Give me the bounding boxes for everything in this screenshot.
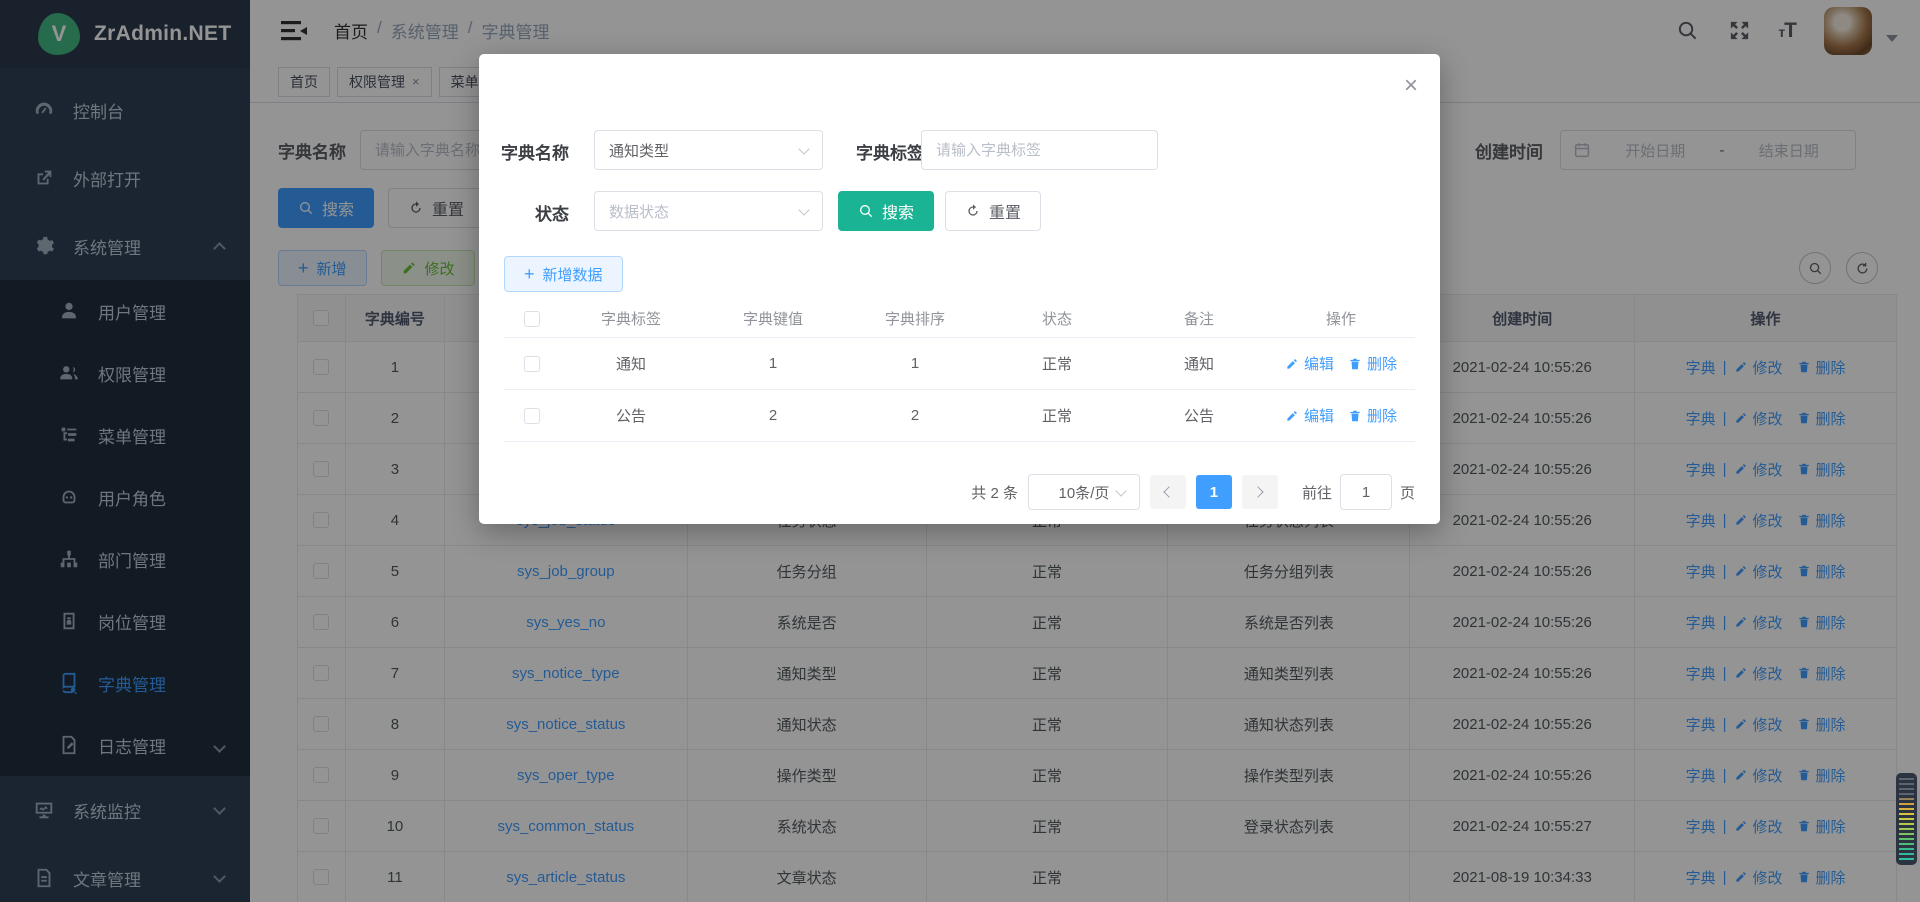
modal-search-button[interactable]: 搜索	[838, 191, 934, 231]
header-remark: 备注	[1128, 308, 1270, 329]
search-icon	[858, 203, 874, 219]
goto-label: 前往	[1302, 482, 1332, 503]
current-page-button[interactable]: 1	[1196, 475, 1232, 509]
header-ops: 操作	[1270, 308, 1412, 329]
minimap-stripes	[1899, 778, 1914, 860]
row-checkbox[interactable]	[524, 356, 540, 372]
cell-dict-value: 2	[702, 407, 844, 424]
pagination-total: 共 2 条	[971, 482, 1018, 503]
cell-ops: 编辑 删除	[1270, 405, 1412, 426]
modal-status-select[interactable]: 数据状态	[594, 191, 823, 231]
cell-dict-sort: 2	[844, 407, 986, 424]
cell-dict-label: 公告	[560, 405, 702, 426]
row-delete-link[interactable]: 删除	[1348, 353, 1397, 374]
next-page-button[interactable]	[1242, 475, 1278, 509]
cell-remark: 通知	[1128, 353, 1270, 374]
row-edit-link[interactable]: 编辑	[1285, 405, 1334, 426]
modal-table-header: 字典标签 字典键值 字典排序 状态 备注 操作	[504, 300, 1415, 338]
header-dict-sort: 字典排序	[844, 308, 986, 329]
pagination: 共 2 条 10条/页 1 前往 页	[971, 474, 1415, 510]
row-checkbox[interactable]	[524, 408, 540, 424]
modal-table-row: 通知 1 1 正常 通知 编辑 删除	[504, 338, 1415, 390]
modal-reset-button[interactable]: 重置	[945, 191, 1041, 231]
dict-data-table: 字典标签 字典键值 字典排序 状态 备注 操作 通知 1 1 正常 通知	[504, 300, 1415, 442]
app-window: V ZrAdmin.NET 控制台 外部打开 系统管理 用户管理	[0, 0, 1920, 902]
modal-add-data-button[interactable]: + 新增数据	[504, 256, 623, 292]
goto-suffix: 页	[1400, 482, 1415, 503]
select-all-checkbox[interactable]	[524, 311, 540, 327]
cell-dict-label: 通知	[560, 353, 702, 374]
chevron-down-icon	[1115, 485, 1126, 496]
scroll-minimap-widget[interactable]	[1896, 773, 1917, 865]
modal-close-icon[interactable]: ×	[1404, 74, 1418, 98]
header-dict-label: 字典标签	[560, 308, 702, 329]
modal-table-body: 通知 1 1 正常 通知 编辑 删除	[504, 338, 1415, 442]
cell-status: 正常	[986, 405, 1128, 426]
trash-icon	[1348, 357, 1362, 371]
cell-remark: 公告	[1128, 405, 1270, 426]
modal-table-row: 公告 2 2 正常 公告 编辑 删除	[504, 390, 1415, 442]
header-dict-value: 字典键值	[702, 308, 844, 329]
trash-icon	[1348, 409, 1362, 423]
cell-dict-sort: 1	[844, 355, 986, 372]
prev-page-button[interactable]	[1150, 475, 1186, 509]
dict-data-modal: × 字典名称 通知类型 字典标签 状态 数据状态 搜索 重置 + 新增数据	[479, 54, 1440, 524]
modal-dict-label-label: 字典标签	[838, 139, 924, 164]
page-size-select[interactable]: 10条/页	[1028, 474, 1140, 510]
cell-status: 正常	[986, 353, 1128, 374]
row-edit-link[interactable]: 编辑	[1285, 353, 1334, 374]
chevron-down-icon	[798, 143, 809, 154]
chevron-down-icon	[798, 204, 809, 215]
goto-page-input[interactable]	[1340, 474, 1392, 510]
pencil-icon	[1285, 409, 1299, 423]
row-delete-link[interactable]: 删除	[1348, 405, 1397, 426]
chevron-left-icon	[1164, 486, 1175, 497]
pencil-icon	[1285, 357, 1299, 371]
header-status: 状态	[986, 308, 1128, 329]
modal-dict-name-select[interactable]: 通知类型	[594, 130, 823, 170]
modal-status-label: 状态	[483, 200, 569, 225]
cell-dict-value: 1	[702, 355, 844, 372]
modal-dict-name-label: 字典名称	[483, 139, 569, 164]
chevron-right-icon	[1253, 486, 1264, 497]
modal-dict-label-input[interactable]	[921, 130, 1158, 170]
cell-ops: 编辑 删除	[1270, 353, 1412, 374]
plus-icon: +	[524, 265, 535, 283]
refresh-icon	[965, 203, 981, 219]
